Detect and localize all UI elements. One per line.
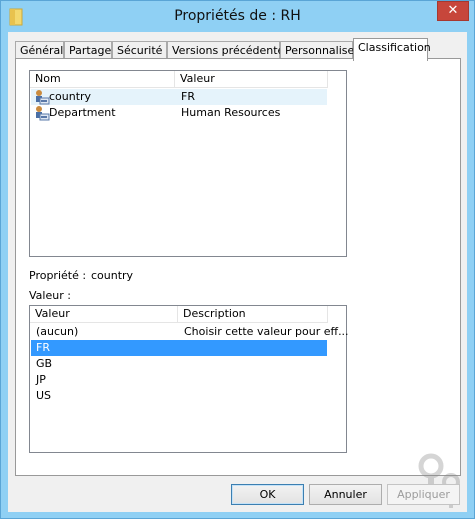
value-description: Choisir cette valeur pour eff...	[184, 325, 349, 338]
property-value: Human Resources	[181, 106, 281, 119]
column-header-name[interactable]: Nom	[30, 71, 175, 87]
value-row-jp[interactable]: JP	[31, 372, 327, 388]
property-row-department[interactable]: Department Human Resources	[31, 105, 327, 121]
properties-list[interactable]: Nom Valeur country FR Department Human R…	[29, 70, 347, 257]
property-row-country[interactable]: country FR	[31, 89, 327, 105]
values-list[interactable]: Valeur Description (aucun) Choisir cette…	[29, 305, 349, 453]
properties-dialog: Propriétés de : RH ✕ Général Partage Séc…	[0, 0, 475, 519]
value-name: FR	[36, 341, 50, 354]
properties-list-header: Nom Valeur	[30, 71, 328, 88]
column-header-value[interactable]: Valeur	[175, 71, 328, 87]
value-name: GB	[36, 357, 53, 370]
value-name: (aucun)	[36, 325, 79, 338]
property-name: country	[49, 90, 92, 103]
property-selected-value: country	[91, 269, 134, 282]
value-row-us[interactable]: US	[31, 388, 327, 404]
column-header-value[interactable]: Valeur	[30, 306, 178, 322]
property-icon	[36, 90, 50, 105]
column-header-description[interactable]: Description	[178, 306, 328, 322]
window-title: Propriétés de : RH	[174, 8, 301, 24]
ok-button[interactable]: OK	[231, 484, 304, 505]
cancel-button[interactable]: Annuler	[309, 484, 382, 505]
property-label: Propriété :	[29, 269, 87, 282]
value-row-gb[interactable]: GB	[31, 356, 327, 372]
dialog-client: Général Partage Sécurité Versions précéd…	[8, 32, 467, 512]
property-icon	[36, 106, 50, 121]
values-list-header: Valeur Description	[30, 306, 328, 323]
close-button[interactable]: ✕	[437, 1, 469, 21]
property-name: Department	[49, 106, 116, 119]
tab-classification[interactable]: Classification	[353, 38, 431, 61]
value-label: Valeur :	[29, 289, 71, 302]
title-bar[interactable]: Propriétés de : RH ✕	[1, 1, 474, 33]
property-value: FR	[181, 90, 195, 103]
value-name: US	[36, 389, 52, 402]
tab-strip: Général Partage Sécurité Versions précéd…	[15, 38, 465, 61]
value-row-none[interactable]: (aucun) Choisir cette valeur pour eff...	[31, 324, 349, 340]
value-row-fr[interactable]: FR	[31, 340, 327, 356]
value-name: JP	[36, 373, 46, 386]
classification-panel: Nom Valeur country FR Department Human R…	[15, 58, 461, 476]
apply-button[interactable]: Appliquer	[387, 484, 460, 505]
